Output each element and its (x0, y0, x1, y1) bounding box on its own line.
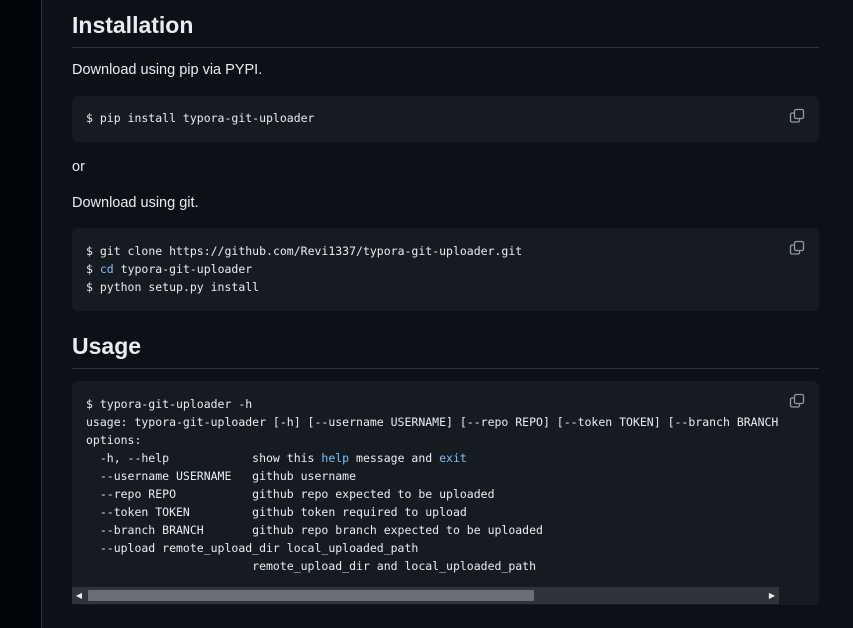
usage-code[interactable]: $ typora-git-uploader -h usage: typora-g… (86, 395, 779, 575)
pip-code-clip: $ pip install typora-git-uploader (86, 109, 819, 127)
usage-code-clip: $ typora-git-uploader -h usage: typora-g… (86, 395, 779, 585)
git-code[interactable]: $ git clone https://github.com/Revi1337/… (86, 242, 819, 296)
or-text: or (72, 159, 85, 175)
copy-button-git[interactable] (789, 240, 807, 258)
cd-keyword: cd (99, 262, 114, 276)
copy-icon (789, 240, 805, 255)
copy-icon (789, 108, 805, 123)
copy-button-usage[interactable] (789, 393, 807, 411)
readme-content: Installation Download using pip via PYPI… (41, 0, 853, 628)
git-line-2: $ cd typora-git-uploader (86, 262, 253, 276)
page: Installation Download using pip via PYPI… (0, 0, 853, 628)
copy-icon (789, 393, 805, 408)
git-intro-text: Download using git. (72, 195, 199, 211)
pip-code-block: $ pip install typora-git-uploader (72, 96, 819, 142)
git-line-3: $ python setup.py install (86, 280, 260, 294)
installation-heading: Installation (72, 12, 819, 48)
pip-command[interactable]: $ pip install typora-git-uploader (86, 109, 819, 127)
usage-heading: Usage (72, 333, 819, 369)
scroll-left-arrow-icon[interactable]: ◀ (72, 587, 86, 604)
copy-button-pip[interactable] (789, 108, 807, 126)
scrollbar-thumb[interactable] (88, 590, 534, 601)
scroll-right-arrow-icon[interactable]: ▶ (765, 587, 779, 604)
git-code-block: $ git clone https://github.com/Revi1337/… (72, 228, 819, 311)
horizontal-scrollbar[interactable]: ◀ ▶ (72, 587, 779, 604)
git-code-clip: $ git clone https://github.com/Revi1337/… (86, 242, 819, 296)
usage-code-block: $ typora-git-uploader -h usage: typora-g… (72, 381, 819, 605)
pip-intro-text: Download using pip via PYPI. (72, 62, 263, 78)
git-line-1: $ git clone https://github.com/Revi1337/… (86, 244, 523, 258)
